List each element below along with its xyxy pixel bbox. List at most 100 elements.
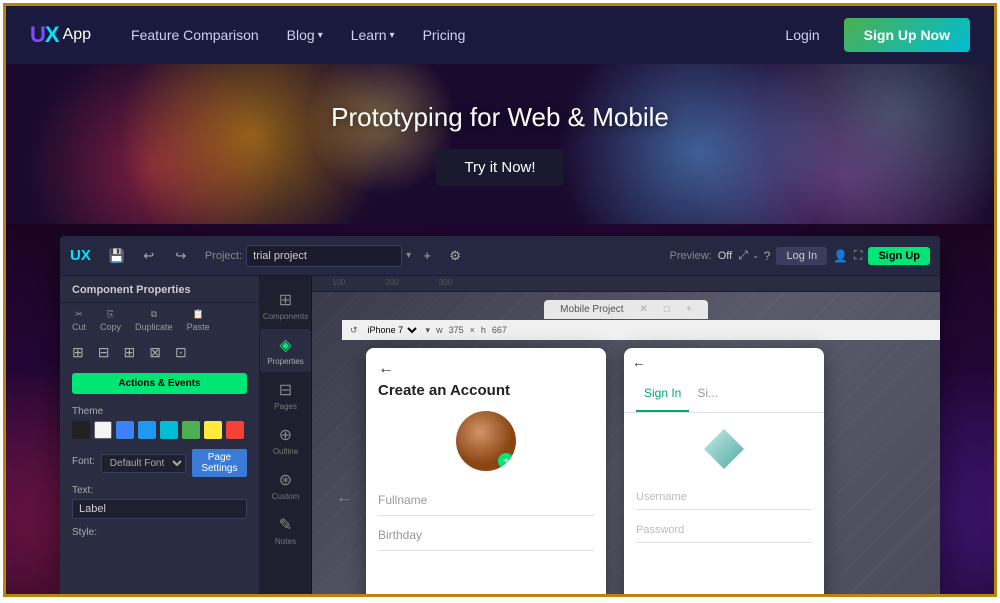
project-chevron: ▾	[406, 250, 411, 261]
mobile-fullname-field[interactable]: Fullname	[378, 485, 594, 516]
project-name-input[interactable]	[246, 245, 402, 267]
preview-label: Preview:	[670, 250, 712, 262]
help-icon[interactable]: ?	[764, 249, 771, 263]
duplicate-icon: ⧉	[151, 309, 157, 320]
panel-title: Component Properties	[60, 276, 259, 303]
try-button[interactable]: Try it Now!	[436, 149, 563, 186]
text-label: Text:	[72, 485, 247, 496]
redo-icon[interactable]: ↪	[169, 244, 193, 268]
swatch-cyan[interactable]	[160, 421, 178, 439]
copy-icon: ⎘	[107, 309, 114, 320]
custom-label: Custom	[272, 492, 300, 501]
text-value-input[interactable]	[72, 499, 247, 519]
copy-item[interactable]: ⎘ Copy	[100, 309, 121, 332]
mock-signup-button[interactable]: Sign Up	[868, 247, 930, 265]
sidebar-item-components[interactable]: ⊞ Components	[260, 284, 311, 327]
pages-label: Pages	[274, 402, 297, 411]
sidebar-item-outline[interactable]: ⊕ Outline	[260, 419, 311, 462]
font-select[interactable]: Default Font	[101, 454, 186, 473]
mobile-project-title: Mobile Project	[560, 304, 623, 315]
actions-events-button[interactable]: Actions & Events	[72, 373, 247, 394]
mobile-frame-right: ← Sign In Si... Username Pas	[624, 348, 824, 594]
text-section: Text:	[60, 481, 259, 523]
copy-label: Copy	[100, 322, 121, 332]
ruler-horizontal: 100 200 300	[312, 276, 940, 292]
components-label: Components	[263, 312, 308, 321]
layout-icon-1: ⊞	[72, 344, 84, 361]
close-icon[interactable]: ✕	[640, 304, 648, 315]
mobile-avatar-area: +	[378, 411, 594, 471]
undo-icon[interactable]: ↩	[137, 244, 161, 268]
logo-text: UX	[30, 22, 59, 48]
left-panel: Component Properties ✂ Cut ⎘ Copy ⧉ Dup	[60, 276, 260, 594]
login-button[interactable]: Login	[771, 19, 833, 51]
sidebar-item-custom[interactable]: ⊛ Custom	[260, 464, 311, 507]
side-icon-bar: ⊞ Components ◈ Properties ⊟ Pages ⊕ Outl…	[260, 276, 312, 594]
canvas-height: 667	[492, 325, 507, 335]
expand-icon[interactable]: ⛶	[854, 248, 862, 263]
swatch-black[interactable]	[72, 421, 90, 439]
duplicate-label: Duplicate	[135, 322, 173, 332]
device-select[interactable]: iPhone 7	[364, 324, 420, 336]
canvas-back-arrow[interactable]: ←	[336, 489, 352, 507]
mobile-birthday-field[interactable]: Birthday	[378, 520, 594, 551]
layout-icon-3: ⊞	[123, 344, 135, 361]
canvas-area: 100 200 300 Mobile Project ✕	[312, 276, 940, 594]
nav-blog[interactable]: Blog ▾	[275, 19, 335, 51]
nav-links: Feature Comparison Blog ▾ Learn ▾ Pricin…	[119, 19, 771, 51]
blog-dropdown-arrow: ▾	[318, 30, 323, 41]
swatch-yellow[interactable]	[204, 421, 222, 439]
mock-logo: UX	[70, 247, 91, 264]
save-icon[interactable]: 💾	[105, 244, 129, 268]
signin-username-field[interactable]: Username	[636, 485, 812, 510]
maximize-icon[interactable]: □	[664, 304, 670, 315]
paste-item[interactable]: 📋 Paste	[187, 309, 210, 332]
style-label: Style:	[72, 527, 247, 538]
swatch-blue2[interactable]	[138, 421, 156, 439]
settings-icon[interactable]: ⚙	[443, 244, 467, 268]
notes-label: Notes	[275, 537, 296, 546]
theme-swatches	[72, 421, 247, 439]
signin-tab-active[interactable]: Sign In	[636, 376, 689, 412]
cut-item[interactable]: ✂ Cut	[72, 309, 86, 332]
signin-logo-shape	[704, 429, 744, 469]
signin-password-field[interactable]: Password	[636, 518, 812, 543]
signin-tab-inactive[interactable]: Si...	[689, 376, 726, 412]
mock-login-button[interactable]: Log In	[776, 247, 827, 265]
page-settings-button[interactable]: Page Settings	[192, 449, 247, 477]
logo[interactable]: UX App	[30, 22, 91, 48]
outline-label: Outline	[273, 447, 298, 456]
nav-feature-comparison[interactable]: Feature Comparison	[119, 19, 271, 51]
duplicate-item[interactable]: ⧉ Duplicate	[135, 309, 173, 332]
chevron-down-icon: ▾	[426, 325, 431, 336]
sidebar-item-pages[interactable]: ⊟ Pages	[260, 374, 311, 417]
project-area: Project: ▾ + ⚙	[205, 244, 467, 268]
canvas-background[interactable]: Mobile Project ✕ □ + ↺ iPhone 7	[312, 292, 940, 594]
mobile-back-button[interactable]: ←	[378, 360, 594, 378]
ruler-mark-2: 200	[365, 276, 418, 289]
ruler-mark-3: 300	[419, 276, 472, 289]
nav-pricing[interactable]: Pricing	[411, 19, 478, 51]
swatch-red[interactable]	[226, 421, 244, 439]
sidebar-item-notes[interactable]: ✎ Notes	[260, 509, 311, 552]
mobile-frame-content: ← Create an Account + Fullname	[366, 348, 606, 567]
add-frame-icon[interactable]: +	[686, 304, 692, 315]
swatch-green[interactable]	[182, 421, 200, 439]
outline-icon: ⊕	[279, 425, 292, 445]
toolbar-right: Preview: Off ⤢ - ? Log In 👤 ⛶ Sign Up	[670, 247, 930, 265]
signup-button[interactable]: Sign Up Now	[844, 18, 970, 52]
sidebar-item-properties[interactable]: ◈ Properties	[260, 329, 311, 372]
right-frame-back[interactable]: ←	[632, 354, 646, 370]
swatch-white[interactable]	[94, 421, 112, 439]
mockup-toolbar: UX 💾 ↩ ↪ Project: ▾ + ⚙ Preview: Off ⤢ -…	[60, 236, 940, 276]
properties-icon: ◈	[279, 335, 291, 355]
nav-actions: Login Sign Up Now	[771, 18, 970, 52]
share-icon[interactable]: ⤢	[738, 248, 748, 263]
edit-icons-row: ✂ Cut ⎘ Copy ⧉ Duplicate 📋	[60, 303, 259, 338]
preview-toggle[interactable]: Off	[718, 250, 732, 262]
nav-learn[interactable]: Learn ▾	[339, 19, 407, 51]
back-icon[interactable]: ↺	[350, 325, 358, 336]
swatch-blue[interactable]	[116, 421, 134, 439]
avatar-badge[interactable]: +	[498, 453, 514, 469]
add-icon[interactable]: +	[415, 244, 439, 268]
